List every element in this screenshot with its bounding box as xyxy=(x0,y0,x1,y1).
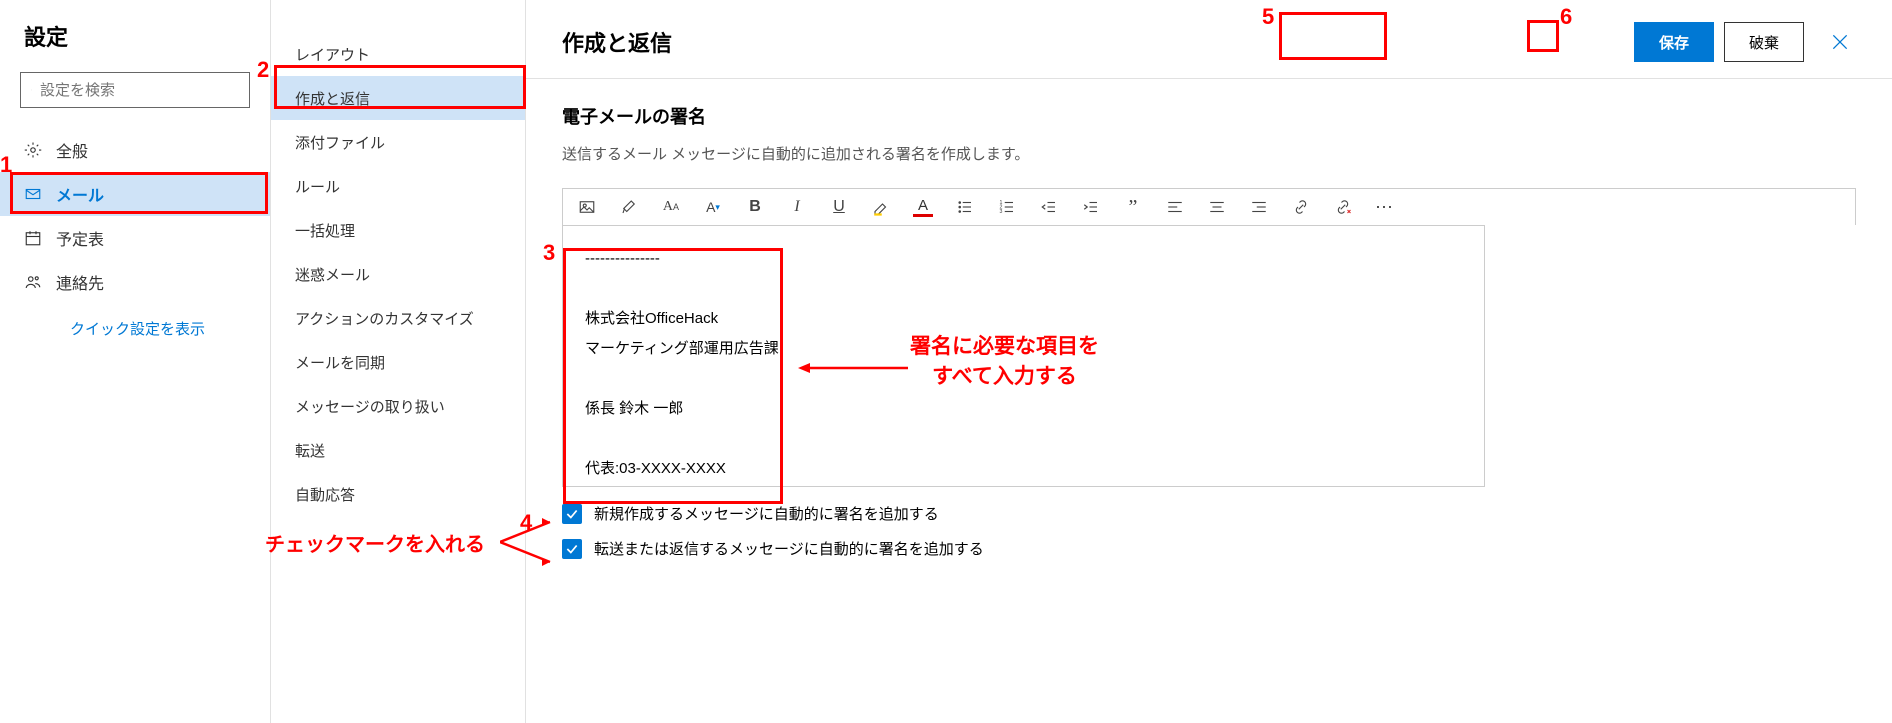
gear-icon xyxy=(24,141,42,159)
unlink-icon[interactable] xyxy=(1333,197,1353,217)
subnav-sweep[interactable]: 一括処理 xyxy=(271,208,525,252)
insert-image-icon[interactable] xyxy=(577,197,597,217)
underline-icon[interactable]: U xyxy=(829,197,849,217)
annotation-hint-check: チェックマークを入れる xyxy=(265,528,485,557)
font-color-icon[interactable]: A xyxy=(913,197,933,217)
category-label: 全般 xyxy=(56,138,88,162)
indent-icon[interactable] xyxy=(1081,197,1101,217)
category-calendar[interactable]: 予定表 xyxy=(0,216,270,260)
checkbox-new-checked[interactable] xyxy=(562,504,582,524)
annotation-arrow-3 xyxy=(798,360,908,376)
signature-section-title: 電子メールの署名 xyxy=(562,103,1856,129)
checkbox-new-label: 新規作成するメッセージに自動的に署名を追加する xyxy=(594,503,939,524)
subnav-junk[interactable]: 迷惑メール xyxy=(271,252,525,296)
page-title: 作成と返信 xyxy=(562,26,1624,58)
align-center-icon[interactable] xyxy=(1207,197,1227,217)
align-left-icon[interactable] xyxy=(1165,197,1185,217)
category-label: メール xyxy=(56,182,104,206)
check-icon xyxy=(565,542,579,556)
quote-icon[interactable]: ” xyxy=(1123,197,1143,217)
subnav-customize-actions[interactable]: アクションのカスタマイズ xyxy=(271,296,525,340)
check-icon xyxy=(565,507,579,521)
auto-sign-new-row[interactable]: 新規作成するメッセージに自動的に署名を追加する xyxy=(562,503,1856,524)
svg-text:3: 3 xyxy=(1000,209,1003,215)
subnav-compose-reply[interactable]: 作成と返信 xyxy=(271,76,525,120)
discard-button[interactable]: 破棄 xyxy=(1724,22,1804,62)
signature-section-desc: 送信するメール メッセージに自動的に追加される署名を作成します。 xyxy=(562,143,1856,164)
category-general[interactable]: 全般 xyxy=(0,128,270,172)
format-painter-icon[interactable] xyxy=(619,197,639,217)
number-list-icon[interactable]: 123 xyxy=(997,197,1017,217)
category-label: 予定表 xyxy=(56,226,104,250)
main-panel: 作成と返信 保存 破棄 電子メールの署名 送信するメール メッセージに自動的に追… xyxy=(526,0,1892,723)
subnav-message-handling[interactable]: メッセージの取り扱い xyxy=(271,384,525,428)
calendar-icon xyxy=(24,229,42,247)
checkbox-reply-checked[interactable] xyxy=(562,539,582,559)
category-people[interactable]: 連絡先 xyxy=(0,260,270,304)
subnav: レイアウト 作成と返信 添付ファイル ルール 一括処理 迷惑メール アクションの… xyxy=(271,0,526,723)
search-icon xyxy=(31,81,32,99)
font-family-icon[interactable]: AA xyxy=(661,197,681,217)
subnav-rules[interactable]: ルール xyxy=(271,164,525,208)
editor-toolbar: AA A▾ B I U A 123 ” ⋯ xyxy=(562,188,1856,225)
save-button[interactable]: 保存 xyxy=(1634,22,1714,62)
mail-icon xyxy=(24,185,42,203)
close-button[interactable] xyxy=(1824,26,1856,58)
align-right-icon[interactable] xyxy=(1249,197,1269,217)
highlight-icon[interactable] xyxy=(871,197,891,217)
bold-icon[interactable]: B xyxy=(745,197,765,217)
font-size-icon[interactable]: A▾ xyxy=(703,197,723,217)
subnav-attachments[interactable]: 添付ファイル xyxy=(271,120,525,164)
annotation-arrow-4 xyxy=(500,512,560,572)
sidebar-title: 設定 xyxy=(0,20,270,72)
auto-sign-reply-row[interactable]: 転送または返信するメッセージに自動的に署名を追加する xyxy=(562,538,1856,559)
search-input-wrap[interactable] xyxy=(20,72,250,108)
close-icon xyxy=(1830,32,1850,52)
checkbox-reply-label: 転送または返信するメッセージに自動的に署名を追加する xyxy=(594,538,984,559)
category-mail[interactable]: メール xyxy=(0,172,270,216)
link-icon[interactable] xyxy=(1291,197,1311,217)
italic-icon[interactable]: I xyxy=(787,197,807,217)
search-input[interactable] xyxy=(40,82,239,99)
annotation-hint-sig: 署名に必要な項目を すべて入力する xyxy=(910,330,1099,390)
category-label: 連絡先 xyxy=(56,270,104,294)
subnav-sync[interactable]: メールを同期 xyxy=(271,340,525,384)
subnav-layout[interactable]: レイアウト xyxy=(271,32,525,76)
bullet-list-icon[interactable] xyxy=(955,197,975,217)
quick-settings-link[interactable]: クイック設定を表示 xyxy=(0,304,270,339)
subnav-auto-reply[interactable]: 自動応答 xyxy=(271,472,525,516)
people-icon xyxy=(24,273,42,291)
more-icon[interactable]: ⋯ xyxy=(1375,197,1395,217)
subnav-forwarding[interactable]: 転送 xyxy=(271,428,525,472)
outdent-icon[interactable] xyxy=(1039,197,1059,217)
settings-sidebar: 設定 全般 メール 予定表 連絡先 クイック設定を表示 xyxy=(0,0,271,723)
